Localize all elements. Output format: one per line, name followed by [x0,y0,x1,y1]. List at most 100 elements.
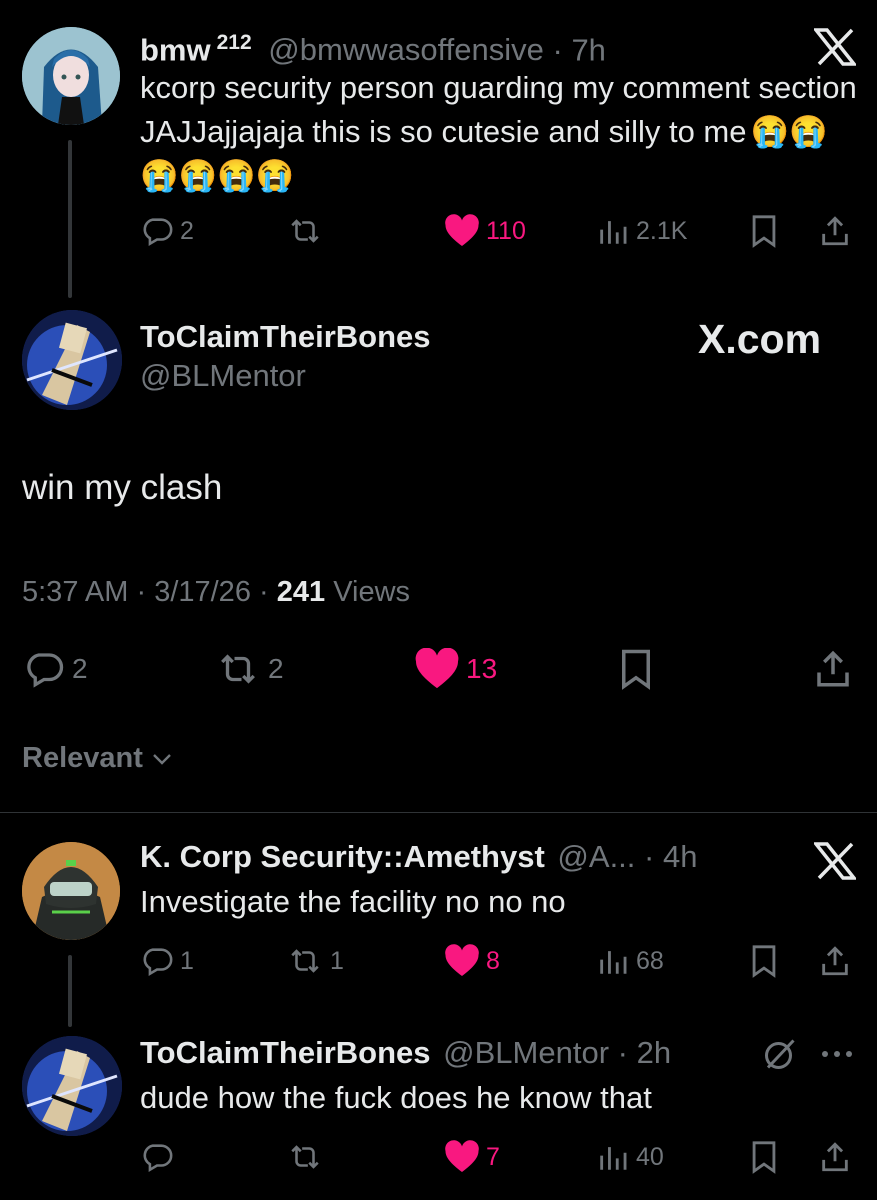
retweet-button[interactable] [286,1140,324,1174]
reply-button[interactable]: 2 [140,214,194,248]
sort-label: Relevant [22,742,143,774]
avatar-toclaimtheirbones[interactable] [22,310,122,410]
like-button[interactable]: 8 [444,944,500,978]
more-options-icon[interactable] [818,1044,856,1064]
dot-separator: · [609,1035,637,1070]
share-button[interactable] [812,648,854,690]
tweet1-text: kcorp security person guarding my commen… [140,66,860,198]
heart-filled-icon [445,1140,479,1172]
main-author: ToClaimTheirBones @BLMentor [140,318,431,396]
author-badge: 212 [216,31,252,54]
dot-separator: · [635,839,663,874]
x-logo-icon [814,842,856,880]
author-handle[interactable]: @bmwwasoffensive [268,32,544,67]
bookmark-button[interactable] [748,214,780,248]
divider [0,812,877,813]
retweet-icon [221,654,255,684]
views-label: Views [333,576,411,608]
timestamp[interactable]: 4h [663,839,697,874]
share-button[interactable] [818,944,852,978]
like-count: 110 [486,216,526,245]
reply-icon [27,653,64,688]
retweet-icon [291,219,319,243]
heart-filled-icon [445,214,479,246]
retweet-button[interactable] [286,214,324,248]
reply-icon [143,948,173,977]
bookmark-button[interactable] [748,944,780,978]
reply-count: 2 [180,216,194,245]
share-icon [822,946,848,976]
xcom-watermark: X.com [698,316,822,362]
author-handle[interactable]: @A... [557,839,635,874]
views-chart-icon [600,1147,627,1170]
avatar-anime-girl-icon [22,27,120,125]
share-icon [822,1142,848,1172]
post-time[interactable]: 5:37 AM [22,576,128,608]
dot-separator: · [128,576,155,608]
view-count: 40 [636,1142,664,1171]
avatar-bmw[interactable] [22,27,120,125]
like-count: 8 [486,946,500,975]
share-icon [817,650,849,687]
main-tweet-text: win my clash [22,468,223,507]
reply-count: 2 [72,653,88,684]
chevron-down-icon [153,753,171,765]
x-logo-icon [814,28,856,66]
heart-filled-icon [415,648,459,689]
author-handle[interactable]: @BLMentor [443,1035,609,1070]
author-handle[interactable]: @BLMentor [140,356,431,396]
like-button[interactable]: 13 [414,648,497,690]
bookmark-icon [752,945,776,978]
author-name[interactable]: K. Corp Security::Amethyst [140,839,545,874]
retweet-count: 2 [268,653,284,684]
avatar-toclaimtheirbones[interactable] [22,1036,122,1136]
reply-button[interactable] [140,1140,174,1174]
bookmark-icon [622,649,650,690]
avatar-helmet-icon [22,842,120,940]
reply1-text: Investigate the facility no no no [140,884,566,919]
thread-connector [68,140,72,298]
views-chart-icon [600,221,627,244]
views-chart-icon [600,951,627,974]
heart-filled-icon [445,944,479,976]
like-count: 13 [466,653,498,684]
reply-button[interactable]: 1 [140,944,194,978]
views-button[interactable]: 40 [596,1140,664,1174]
share-button[interactable] [818,214,852,248]
avatar-figure-icon [22,1036,122,1136]
sort-dropdown[interactable]: Relevant [22,742,173,775]
retweet-button[interactable]: 2 [214,648,284,690]
dot-separator: · [543,32,572,68]
post-date[interactable]: 3/17/26 [154,576,251,608]
author-name[interactable]: bmw [140,32,211,67]
share-button[interactable] [818,1140,852,1174]
reply1-header: K. Corp Security::Amethyst @A... · 4h [140,838,697,876]
reply2-header: ToClaimTheirBones @BLMentor · 2h [140,1034,671,1072]
bookmark-button[interactable] [748,1140,780,1174]
bookmark-button[interactable] [616,648,656,690]
like-button[interactable]: 110 [444,214,526,248]
reply-icon [143,218,173,247]
views-button[interactable]: 2.1K [596,214,687,248]
views-button[interactable]: 68 [596,944,664,978]
reply-button[interactable]: 2 [22,648,88,690]
timestamp[interactable]: 7h [571,32,605,67]
thread-connector [68,955,72,1027]
retweet-icon [291,1145,319,1169]
main-meta: 5:37 AM · 3/17/26 · 241 Views [22,576,410,609]
retweet-count: 1 [330,946,344,975]
bookmark-icon [752,1141,776,1174]
grok-icon[interactable] [762,1036,798,1072]
timestamp[interactable]: 2h [637,1035,671,1070]
author-name[interactable]: ToClaimTheirBones [140,318,431,356]
avatar-amethyst[interactable] [22,842,120,940]
like-count: 7 [486,1142,500,1171]
like-button[interactable]: 7 [444,1140,500,1174]
share-icon [822,216,848,246]
bookmark-icon [752,215,776,248]
author-name[interactable]: ToClaimTheirBones [140,1035,431,1070]
view-count: 68 [636,946,664,975]
view-count: 2.1K [636,216,688,245]
retweet-button[interactable]: 1 [286,944,344,978]
retweet-icon [291,949,319,973]
